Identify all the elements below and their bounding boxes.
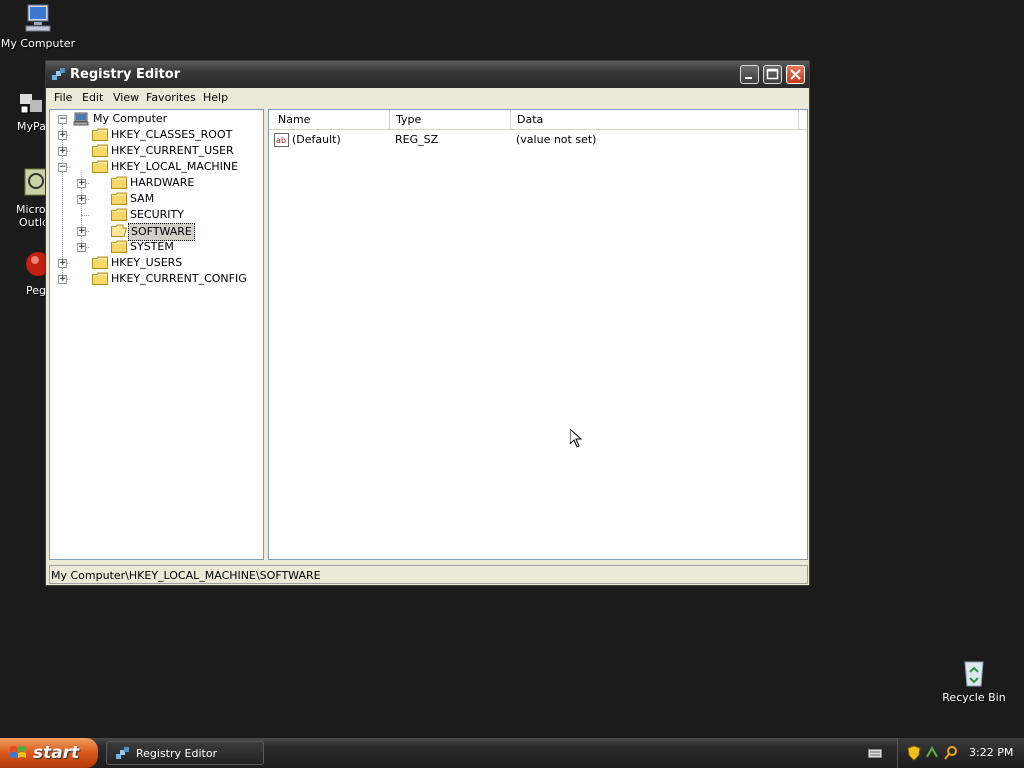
computer-icon (73, 112, 89, 126)
search-icon[interactable] (943, 745, 959, 761)
folder-icon (111, 240, 127, 253)
tree-item-label: SYSTEM (130, 240, 174, 253)
security-shield-icon[interactable] (907, 745, 921, 761)
close-icon (790, 69, 801, 80)
expand-toggle[interactable]: + (58, 147, 67, 156)
column-header-data[interactable]: Data (511, 110, 799, 129)
registry-editor-icon (51, 67, 67, 83)
registry-editor-window: Registry Editor File Edit View Favorites… (45, 60, 810, 586)
tree-item-label: HARDWARE (130, 176, 195, 189)
desktop-icon-label: MyPa (17, 120, 45, 133)
tree-item-label: SECURITY (130, 208, 184, 221)
folder-icon (111, 192, 127, 205)
status-path: My Computer\HKEY_LOCAL_MACHINE\SOFTWARE (51, 569, 321, 582)
maximize-icon (766, 68, 779, 80)
status-bar: My Computer\HKEY_LOCAL_MACHINE\SOFTWARE (49, 565, 808, 584)
value-data: (value not set) (516, 133, 597, 146)
menu-edit[interactable]: Edit (82, 91, 103, 104)
folder-icon (92, 144, 108, 157)
folder-icon (92, 272, 108, 285)
menu-favorites[interactable]: Favorites (146, 91, 196, 104)
value-name: (Default) (292, 133, 341, 146)
shortcut-app-icon (18, 92, 45, 116)
list-header: Name Type Data (269, 110, 807, 130)
svg-text:ab: ab (276, 136, 286, 145)
desktop-icon-label: Peg (26, 284, 45, 297)
values-list[interactable]: Name Type Data ab (Default) REG_SZ (valu… (268, 109, 808, 560)
registry-tree[interactable]: − My Computer + HKEY_CLASSES_ROOT + HKEY_CU… (49, 109, 264, 560)
folder-icon (111, 208, 127, 221)
keyboard-icon[interactable] (868, 747, 882, 759)
taskbar: start Registry Editor 3:22 PM (0, 738, 1024, 768)
menu-bar: File Edit View Favorites Help (48, 88, 807, 108)
window-title: Registry Editor (70, 67, 181, 82)
collapse-toggle[interactable]: − (58, 163, 67, 172)
minimize-icon (745, 77, 752, 79)
clock[interactable]: 3:22 PM (969, 746, 1013, 759)
tree-item-label: SAM (130, 192, 155, 205)
expand-toggle[interactable]: + (77, 227, 86, 236)
collapse-toggle[interactable]: − (58, 115, 67, 124)
menu-file[interactable]: File (54, 91, 72, 104)
desktop-icon-label: Micros (16, 203, 45, 216)
registry-editor-icon (115, 746, 131, 762)
expand-toggle[interactable]: + (77, 195, 86, 204)
start-button[interactable]: start (0, 738, 98, 768)
computer-icon (22, 2, 54, 34)
outlook-icon (24, 168, 45, 196)
windows-logo-icon (9, 745, 27, 761)
folder-icon (92, 160, 108, 173)
desktop-icon-my-computer[interactable]: My Computer (0, 2, 76, 50)
title-bar[interactable]: Registry Editor (46, 61, 809, 88)
desktop-icon-outlook[interactable]: Micros Outlo (0, 166, 45, 230)
minimize-button[interactable] (740, 65, 759, 84)
expand-toggle[interactable]: + (58, 131, 67, 140)
desktop-icon-label: My Computer (0, 37, 76, 50)
system-tray: 3:22 PM (897, 738, 1024, 768)
tree-item-label: HKEY_CURRENT_USER (111, 144, 234, 157)
desktop-icon-recycle-bin[interactable]: Recycle Bin (936, 656, 1012, 704)
table-row[interactable]: ab (Default) REG_SZ (value not set) (274, 132, 812, 148)
desktop-icon-mypa[interactable]: MyPa (0, 92, 45, 140)
folder-open-icon (111, 224, 128, 237)
tree-item-label: HKEY_LOCAL_MACHINE (111, 160, 239, 173)
close-button[interactable] (786, 65, 805, 84)
folder-icon (92, 128, 108, 141)
desktop-icon-label: Recycle Bin (942, 691, 1006, 704)
expand-toggle[interactable]: + (77, 179, 86, 188)
maximize-button[interactable] (763, 65, 782, 84)
expand-toggle[interactable]: + (77, 243, 86, 252)
menu-view[interactable]: View (113, 91, 139, 104)
menu-help[interactable]: Help (203, 91, 228, 104)
recycle-bin-icon (958, 656, 990, 688)
start-label: start (33, 743, 80, 763)
desktop-icon-peg[interactable]: Peg (0, 250, 45, 300)
tree-item-label: My Computer (93, 112, 168, 125)
tree-connector (81, 215, 89, 216)
desktop-icon-label: Outlo (19, 216, 45, 229)
column-header-type[interactable]: Type (390, 110, 511, 129)
tree-item-label: HKEY_USERS (111, 256, 183, 269)
expand-toggle[interactable]: + (58, 259, 67, 268)
tree-item-label: HKEY_CURRENT_CONFIG (111, 272, 247, 285)
tree-item-label: HKEY_CLASSES_ROOT (111, 128, 233, 141)
value-type: REG_SZ (395, 133, 439, 146)
mouse-cursor (569, 427, 583, 448)
pegasus-icon (24, 250, 45, 278)
taskbar-button-registry-editor[interactable]: Registry Editor (106, 741, 264, 765)
taskbar-button-label: Registry Editor (136, 747, 218, 760)
expand-toggle[interactable]: + (58, 275, 67, 284)
network-icon[interactable] (925, 745, 939, 761)
string-value-icon: ab (274, 132, 290, 148)
folder-icon (111, 176, 127, 189)
folder-icon (92, 256, 108, 269)
column-header-name[interactable]: Name (272, 110, 390, 129)
